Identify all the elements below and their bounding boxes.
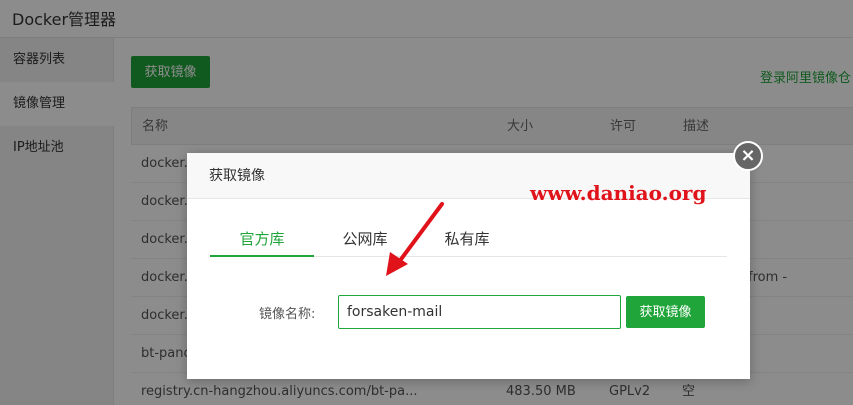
registry-tabs: 官方库 公网库 私有库 (210, 221, 727, 257)
image-name-label: 镜像名称: (259, 307, 316, 322)
image-name-input[interactable] (338, 295, 621, 329)
dialog-fetch-image-button[interactable]: 获取镜像 (626, 296, 705, 328)
red-arrow-icon (386, 202, 444, 276)
tab-official[interactable]: 官方库 (210, 221, 314, 257)
watermark-text: www.daniao.org (530, 181, 707, 205)
close-icon[interactable]: × (733, 141, 763, 171)
dialog-title: 获取镜像 (209, 168, 265, 184)
